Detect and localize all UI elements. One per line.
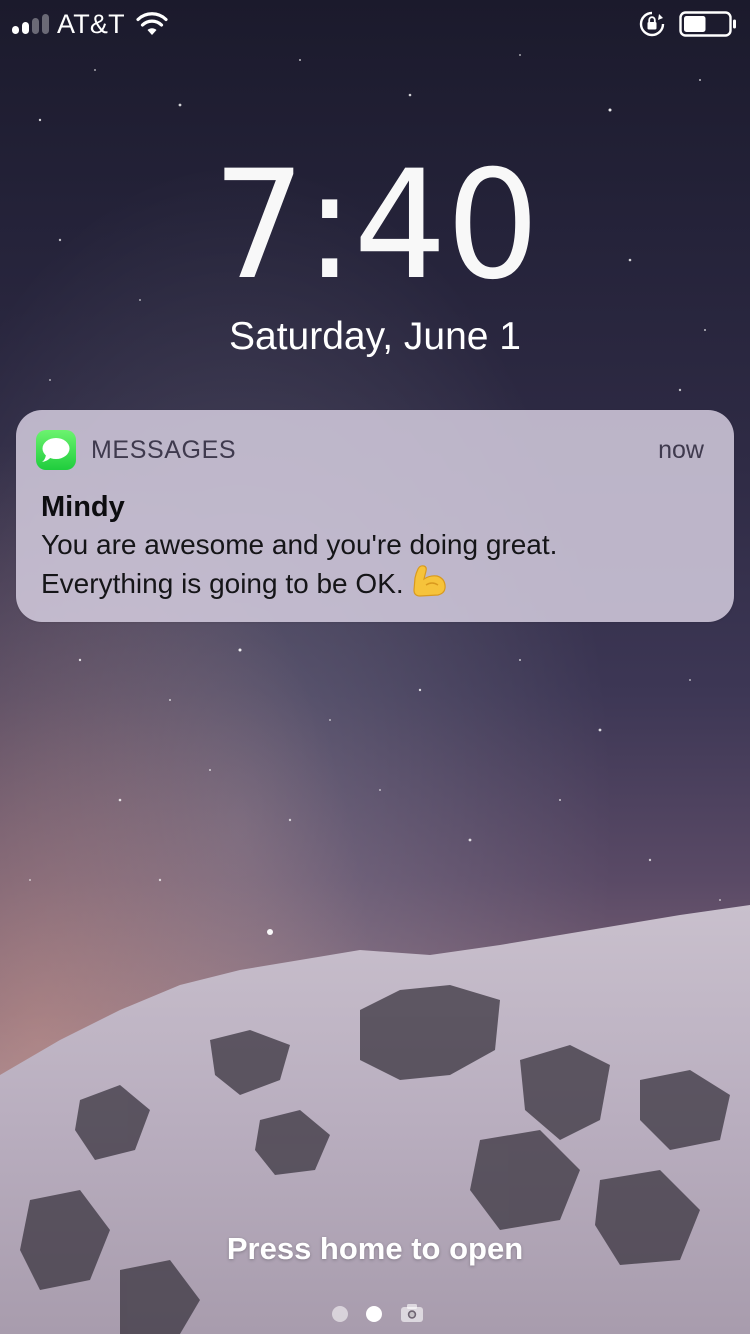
lock-screen-time: 7:40 [0, 146, 750, 306]
messages-app-icon [36, 430, 76, 470]
rotation-lock-icon [639, 11, 665, 37]
lock-screen-date: Saturday, June 1 [229, 315, 521, 358]
notification-time: now [658, 436, 704, 464]
page-indicator[interactable] [330, 1302, 430, 1324]
notification-message: You are awesome and you're doing great. … [41, 527, 701, 602]
carrier-name: AT&T [57, 9, 125, 39]
press-home-prompt: Press home to open [226, 1231, 524, 1266]
message-notification[interactable]: MESSAGES now Mindy You are awesome and y… [16, 410, 734, 622]
notification-sender: Mindy [41, 491, 125, 523]
page-dot-2[interactable] [366, 1306, 382, 1322]
signal-icon [12, 14, 54, 34]
notification-app-name: MESSAGES [91, 436, 237, 464]
time-text: 7:40 [211, 139, 539, 313]
wifi-icon [136, 12, 168, 35]
message-line-2: Everything is going to be OK. [41, 563, 701, 602]
camera-icon[interactable] [400, 1303, 424, 1323]
message-line-1: You are awesome and you're doing great. [41, 529, 558, 560]
flexed-biceps-icon [413, 565, 446, 597]
battery-icon [679, 11, 736, 37]
page-dot-1[interactable] [332, 1306, 348, 1322]
message-line-2-text: Everything is going to be OK. [41, 568, 404, 599]
lock-screen: AT&T 7:40 Saturday, June 1 MESSAGES now … [0, 0, 750, 1334]
status-bar: AT&T [0, 0, 750, 48]
